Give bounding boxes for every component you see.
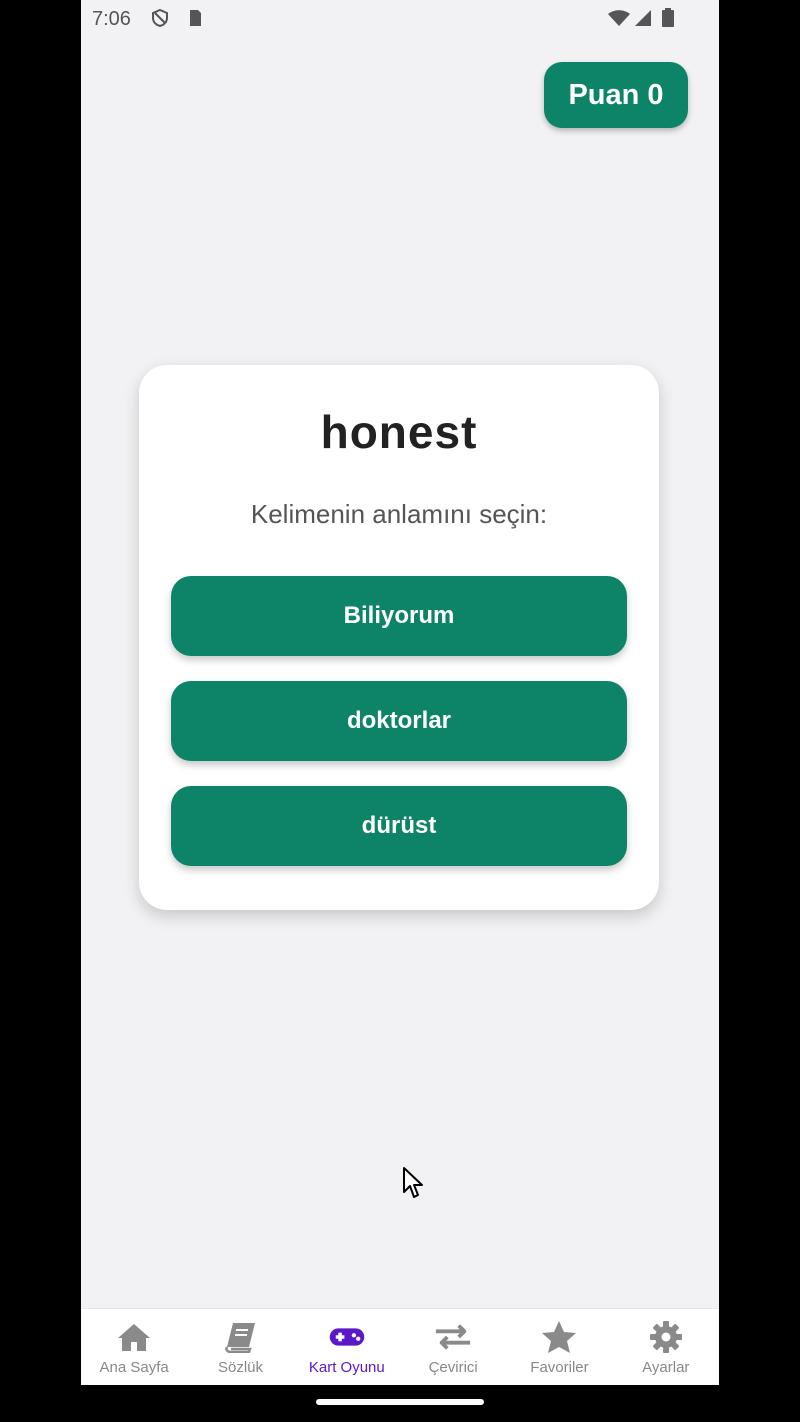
- score-badge: Puan 0: [544, 62, 688, 128]
- home-icon: [115, 1319, 153, 1355]
- mouse-cursor-icon: [403, 1167, 423, 1198]
- nav-item-card-game[interactable]: Kart Oyunu: [294, 1309, 400, 1385]
- wifi-icon: [608, 10, 630, 26]
- status-bar: 7:06: [81, 0, 719, 38]
- book-icon: [221, 1319, 259, 1355]
- nav-label-card-game: Kart Oyunu: [308, 1359, 385, 1376]
- flash-card: honest Kelimenin anlamını seçin: Biliyor…: [139, 365, 659, 910]
- nav-item-translator[interactable]: Çevirici: [400, 1309, 506, 1385]
- nav-label-settings: Ayarlar: [642, 1359, 690, 1376]
- gamepad-icon: [328, 1319, 366, 1355]
- signal-icon: [635, 10, 651, 26]
- card-prompt: Kelimenin anlamını seçin:: [250, 499, 548, 529]
- swap-arrows-icon: [434, 1319, 472, 1355]
- nav-item-home[interactable]: Ana Sayfa: [81, 1309, 187, 1385]
- status-time: 7:06: [92, 8, 131, 30]
- star-icon: [540, 1319, 578, 1355]
- home-indicator[interactable]: [316, 1399, 484, 1405]
- nav-label-translator: Çevirici: [428, 1359, 478, 1376]
- gear-icon: [647, 1319, 685, 1355]
- bottom-navigation: Ana Sayfa Sözlük Kart Oyunu Çevirici Fav…: [81, 1308, 719, 1385]
- shield-icon: [152, 8, 168, 28]
- app-screen: 7:06 Puan 0 honest Kelimenin anlamını se…: [81, 0, 719, 1385]
- nav-label-home: Ana Sayfa: [99, 1359, 169, 1376]
- nav-item-settings[interactable]: Ayarlar: [613, 1309, 719, 1385]
- battery-icon: [662, 8, 674, 27]
- nav-label-favorites: Favoriler: [530, 1359, 589, 1376]
- nav-item-favorites[interactable]: Favoriler: [506, 1309, 612, 1385]
- option-button-3[interactable]: dürüst: [171, 786, 627, 866]
- option-button-2[interactable]: doktorlar: [171, 681, 627, 761]
- card-word: honest: [320, 406, 478, 458]
- option-button-1[interactable]: Biliyorum: [171, 576, 627, 656]
- nav-label-dictionary: Sözlük: [217, 1359, 263, 1376]
- nav-item-dictionary[interactable]: Sözlük: [187, 1309, 293, 1385]
- sim-card-icon: [190, 10, 201, 26]
